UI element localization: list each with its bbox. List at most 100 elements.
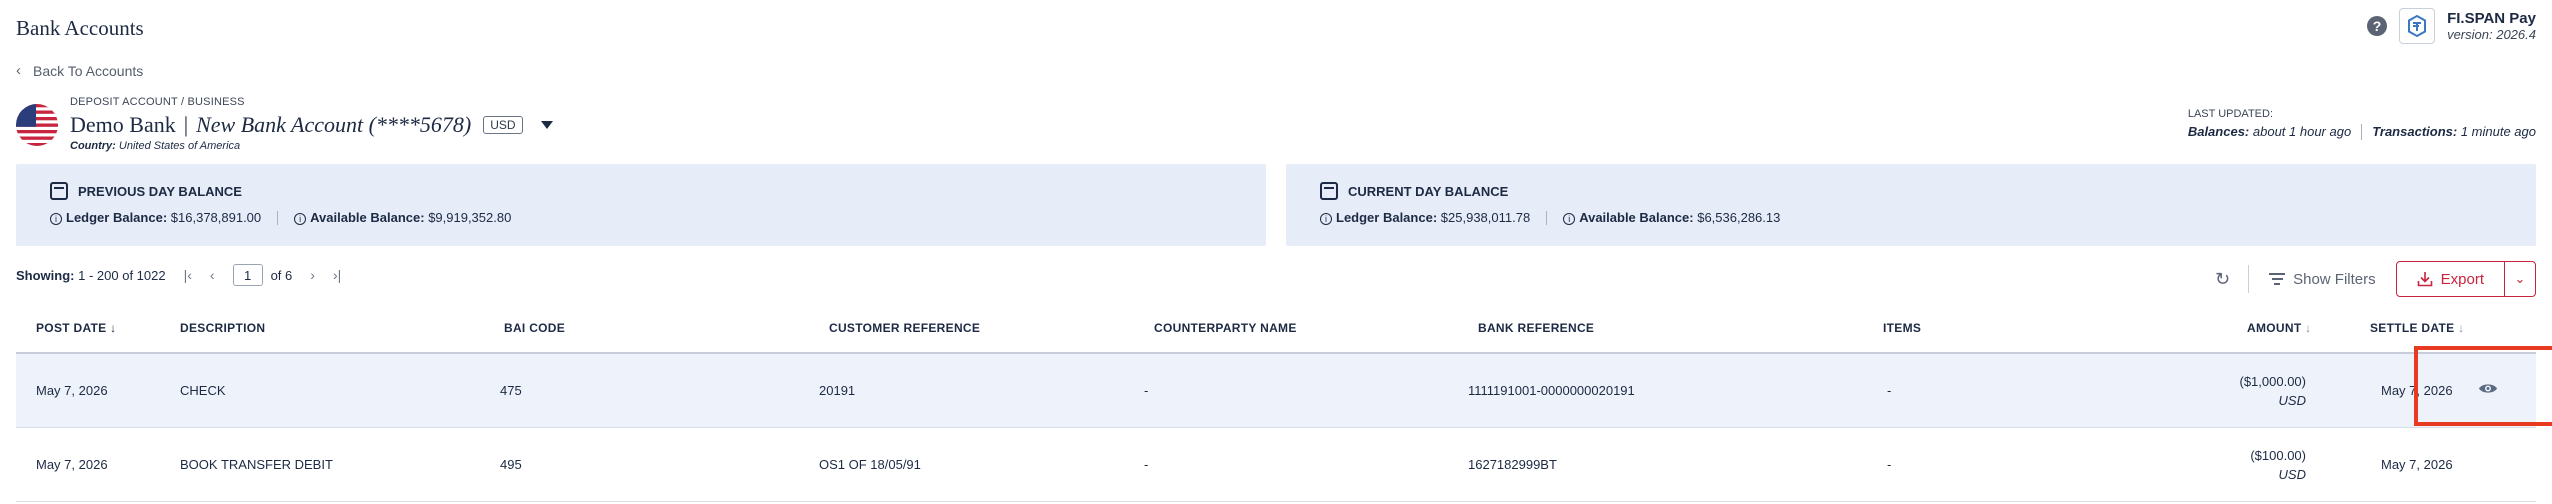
cell-description: BOOK TRANSFER DEBIT xyxy=(180,457,333,472)
transactions-updated-value: 1 minute ago xyxy=(2460,124,2536,139)
info-icon[interactable]: i xyxy=(1563,213,1576,225)
cell-items: - xyxy=(1887,383,1892,398)
us-flag-icon xyxy=(16,104,58,146)
download-icon xyxy=(2417,272,2432,287)
calendar-check-icon xyxy=(1320,182,1338,200)
cell-bai-code: 475 xyxy=(500,383,522,398)
filter-icon xyxy=(2269,273,2286,285)
showing-value: 1 - 200 of 1022 xyxy=(78,267,166,283)
col-settle-date[interactable]: SETTLE DATE ↓ xyxy=(2370,321,2464,335)
sort-arrow-down-icon: ↓ xyxy=(110,321,117,335)
previous-day-balance-card: PREVIOUS DAY BALANCE i Ledger Balance: $1… xyxy=(16,164,1266,246)
page-title: Bank Accounts xyxy=(16,16,144,40)
table-row[interactable]: May 7, 2026 BOOK TRANSFER DEBIT 495 OS1 … xyxy=(16,428,2536,502)
brand-version: version: 2026.4 xyxy=(2447,27,2536,42)
cell-bai-code: 495 xyxy=(500,457,522,472)
info-icon[interactable]: i xyxy=(50,213,62,225)
account-name: New Bank Account (****5678) xyxy=(196,112,472,137)
showing-count: Showing: 1 - 200 of 1022 xyxy=(16,268,166,283)
help-icon[interactable]: ? xyxy=(2367,16,2388,36)
amount-currency: USD xyxy=(2278,393,2306,408)
balances-updated-value: about 1 hour ago xyxy=(2252,124,2352,139)
country-value: United States of America xyxy=(118,140,241,152)
fispan-logo-icon xyxy=(2408,14,2427,38)
info-icon[interactable]: i xyxy=(294,213,307,225)
show-filters-label: Show Filters xyxy=(2293,270,2376,288)
table-row[interactable]: May 7, 2026 CHECK 475 20191 - 1111191001… xyxy=(16,354,2536,428)
cell-amount: ($100.00) USD xyxy=(2250,446,2306,484)
prev-available-label: Available Balance: xyxy=(310,210,425,225)
col-post-date[interactable]: POST DATE ↓ xyxy=(36,321,116,335)
chevron-left-icon: ‹ xyxy=(16,62,21,79)
eye-icon[interactable] xyxy=(2478,382,2498,395)
export-button[interactable]: Export xyxy=(2397,262,2505,296)
currency-badge: USD xyxy=(483,116,523,134)
last-updated: LAST UPDATED: Balances: about 1 hour ago… xyxy=(2188,108,2536,140)
country-label: Country: xyxy=(70,140,116,152)
back-to-accounts-link[interactable]: ‹ Back To Accounts xyxy=(16,62,143,79)
export-button-group: Export ⌄ xyxy=(2395,261,2536,297)
sort-arrow-icon: ↓ xyxy=(2458,321,2465,335)
prev-page-icon[interactable]: ‹ xyxy=(210,267,215,283)
prev-ledger-label: Ledger Balance: xyxy=(66,210,168,225)
page-count: of 6 xyxy=(270,267,293,283)
account-country: Country: United States of America xyxy=(70,140,553,152)
last-updated-divider xyxy=(2361,124,2363,140)
brand-area: ? FI.SPAN Pay version: 2026.4 xyxy=(2367,8,2536,44)
cell-amount: ($1,000.00) USD xyxy=(2240,372,2307,410)
account-dropdown-caret-icon[interactable] xyxy=(540,121,553,129)
export-dropdown-chevron-icon[interactable]: ⌄ xyxy=(2505,262,2535,296)
current-balance-title: CURRENT DAY BALANCE xyxy=(1348,183,1509,199)
sort-arrow-icon: ↓ xyxy=(2305,321,2312,335)
brand-name: FI.SPAN Pay xyxy=(2447,10,2536,27)
cell-bank-reference: 1111191001-0000000020191 xyxy=(1468,383,1635,398)
cell-counterparty-name: - xyxy=(1144,383,1149,398)
cell-counterparty-name: - xyxy=(1144,457,1149,472)
refresh-icon[interactable]: ↻ xyxy=(2215,269,2230,290)
table-header-row: POST DATE ↓ DESCRIPTION BAI CODE CUSTOME… xyxy=(16,306,2536,354)
account-type: DEPOSIT ACCOUNT / BUSINESS xyxy=(70,96,245,108)
first-page-icon[interactable]: |‹ xyxy=(184,267,192,283)
toolbar-divider xyxy=(2248,265,2250,293)
amount-value: ($100.00) xyxy=(2250,448,2306,463)
cell-description: CHECK xyxy=(180,383,226,398)
calendar-icon xyxy=(50,182,68,200)
transactions-updated-label: Transactions: xyxy=(2372,124,2458,139)
last-updated-label: LAST UPDATED: xyxy=(2187,108,2273,120)
amount-currency: USD xyxy=(2278,467,2306,482)
col-amount[interactable]: AMOUNT ↓ xyxy=(2247,321,2311,335)
col-description: DESCRIPTION xyxy=(180,321,266,335)
curr-available-label: Available Balance: xyxy=(1579,210,1694,225)
cell-customer-reference: OS1 OF 18/05/91 xyxy=(819,457,921,472)
balance-divider xyxy=(1546,210,1548,225)
col-counterparty-name: COUNTERPARTY NAME xyxy=(1154,321,1297,335)
export-label: Export xyxy=(2440,270,2484,288)
prev-available-value: $9,919,352.80 xyxy=(428,210,512,225)
curr-available-value: $6,536,286.13 xyxy=(1697,210,1781,225)
balances-updated-label: Balances: xyxy=(2187,124,2250,139)
page-number-input[interactable] xyxy=(232,264,263,286)
last-page-icon[interactable]: ›| xyxy=(333,267,341,283)
previous-balance-title: PREVIOUS DAY BALANCE xyxy=(78,183,242,199)
cell-bank-reference: 1627182999BT xyxy=(1468,457,1557,472)
showing-label: Showing: xyxy=(16,267,75,283)
brand-logo xyxy=(2399,8,2436,44)
cell-post-date: May 7, 2026 xyxy=(36,457,108,472)
cell-settle-date: May 7, 2026 xyxy=(2381,383,2453,398)
pagination: |‹ ‹ of 6 › ›| xyxy=(184,264,341,286)
col-items: ITEMS xyxy=(1883,321,1922,335)
info-icon[interactable]: i xyxy=(1320,213,1332,225)
amount-value: ($1,000.00) xyxy=(2239,374,2307,389)
cell-settle-date: May 7, 2026 xyxy=(2381,457,2453,472)
show-filters-button[interactable]: Show Filters xyxy=(2269,271,2376,288)
table-toolbar: Showing: 1 - 200 of 1022 |‹ ‹ of 6 › ›| … xyxy=(16,260,2536,297)
col-bai-code: BAI CODE xyxy=(504,321,566,335)
balance-divider xyxy=(277,210,279,225)
account-header: DEPOSIT ACCOUNT / BUSINESS Demo Bank | N… xyxy=(16,96,553,152)
cell-customer-reference: 20191 xyxy=(819,383,856,398)
bank-name: Demo Bank xyxy=(70,112,176,137)
back-link-label: Back To Accounts xyxy=(33,62,144,79)
col-bank-reference: BANK REFERENCE xyxy=(1478,321,1595,335)
account-separator: | xyxy=(183,112,189,137)
next-page-icon[interactable]: › xyxy=(310,267,315,283)
